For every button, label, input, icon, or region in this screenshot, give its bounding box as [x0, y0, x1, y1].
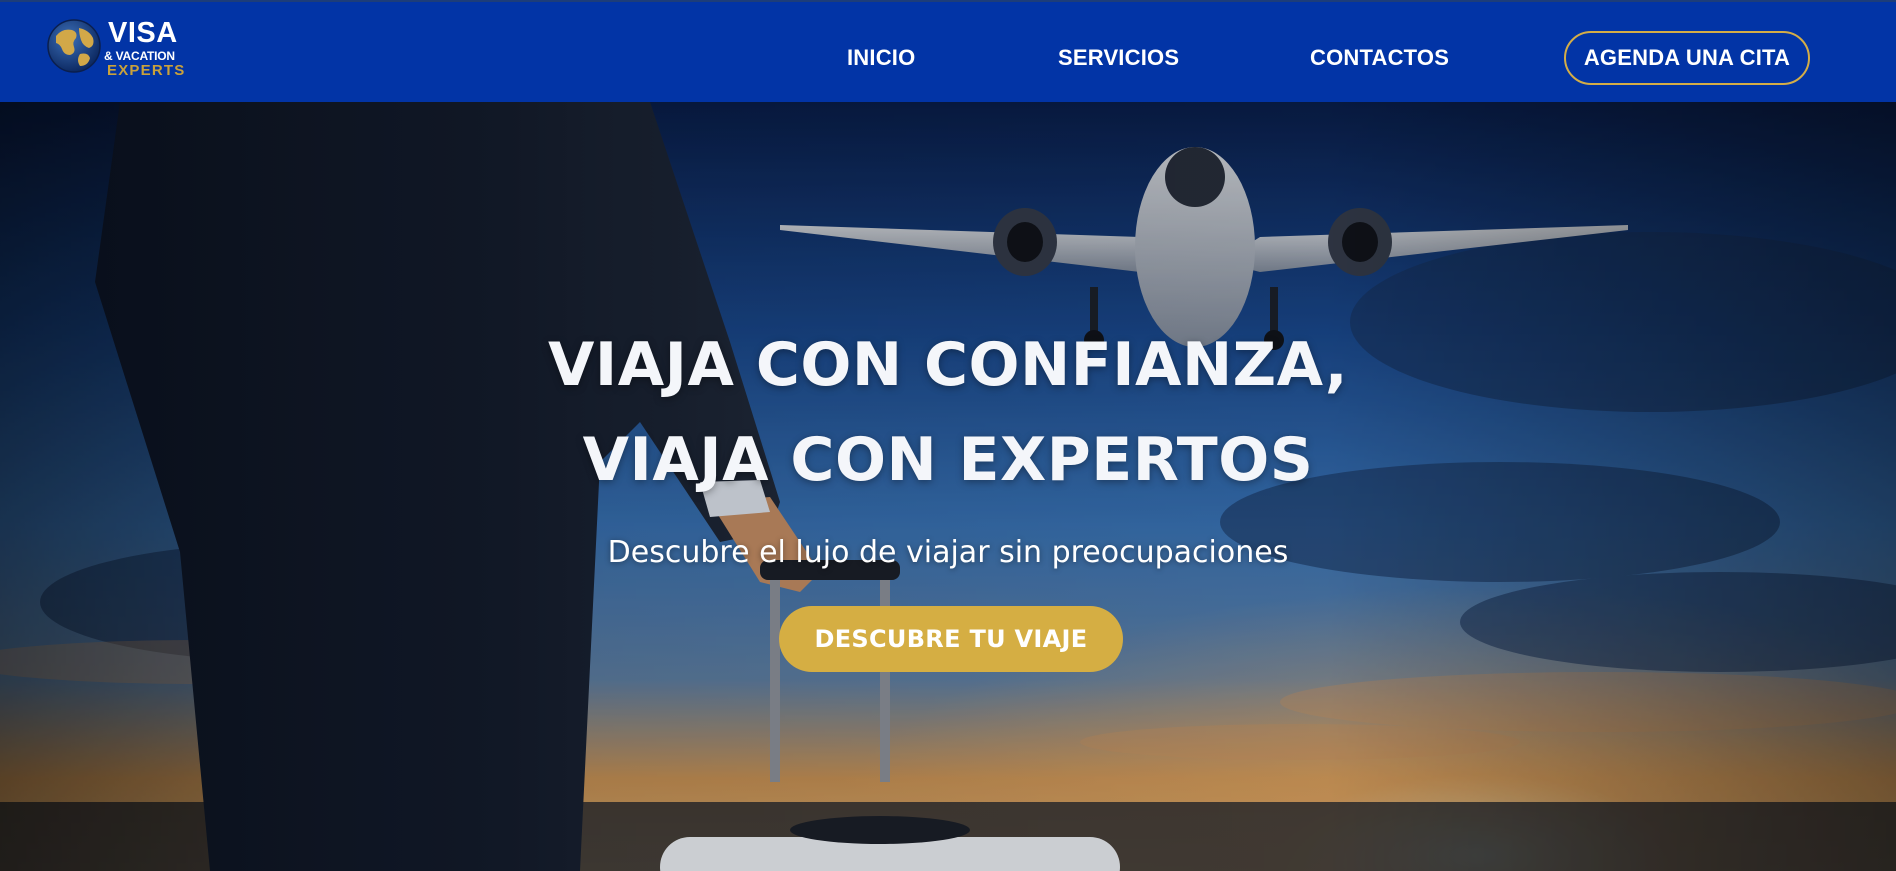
globe-icon	[47, 19, 101, 73]
top-navbar: VISA & VACATION EXPERTS INICIO SERVICIOS…	[0, 0, 1896, 102]
brand-name-experts: EXPERTS	[107, 62, 186, 79]
hero-section: VIAJA CON CONFIANZA, VIAJA CON EXPERTOS …	[0, 102, 1896, 871]
book-appointment-button[interactable]: AGENDA UNA CITA	[1564, 31, 1810, 85]
nav-link-servicios[interactable]: SERVICIOS	[1058, 45, 1179, 71]
brand-name-visa: VISA	[108, 17, 178, 49]
brand-logo[interactable]: VISA & VACATION EXPERTS	[46, 16, 196, 84]
hero-title-line-1: VIAJA CON CONFIANZA,	[547, 330, 1349, 400]
discover-trip-button[interactable]: DESCUBRE TU VIAJE	[779, 606, 1123, 672]
nav-link-contactos[interactable]: CONTACTOS	[1310, 45, 1449, 71]
nav-link-inicio[interactable]: INICIO	[847, 45, 915, 71]
hero-title-line-2: VIAJA CON EXPERTOS	[582, 425, 1314, 495]
landing-page: VISA & VACATION EXPERTS INICIO SERVICIOS…	[0, 0, 1896, 871]
hero-subtitle: Descubre el lujo de viajar sin preocupac…	[607, 535, 1289, 570]
